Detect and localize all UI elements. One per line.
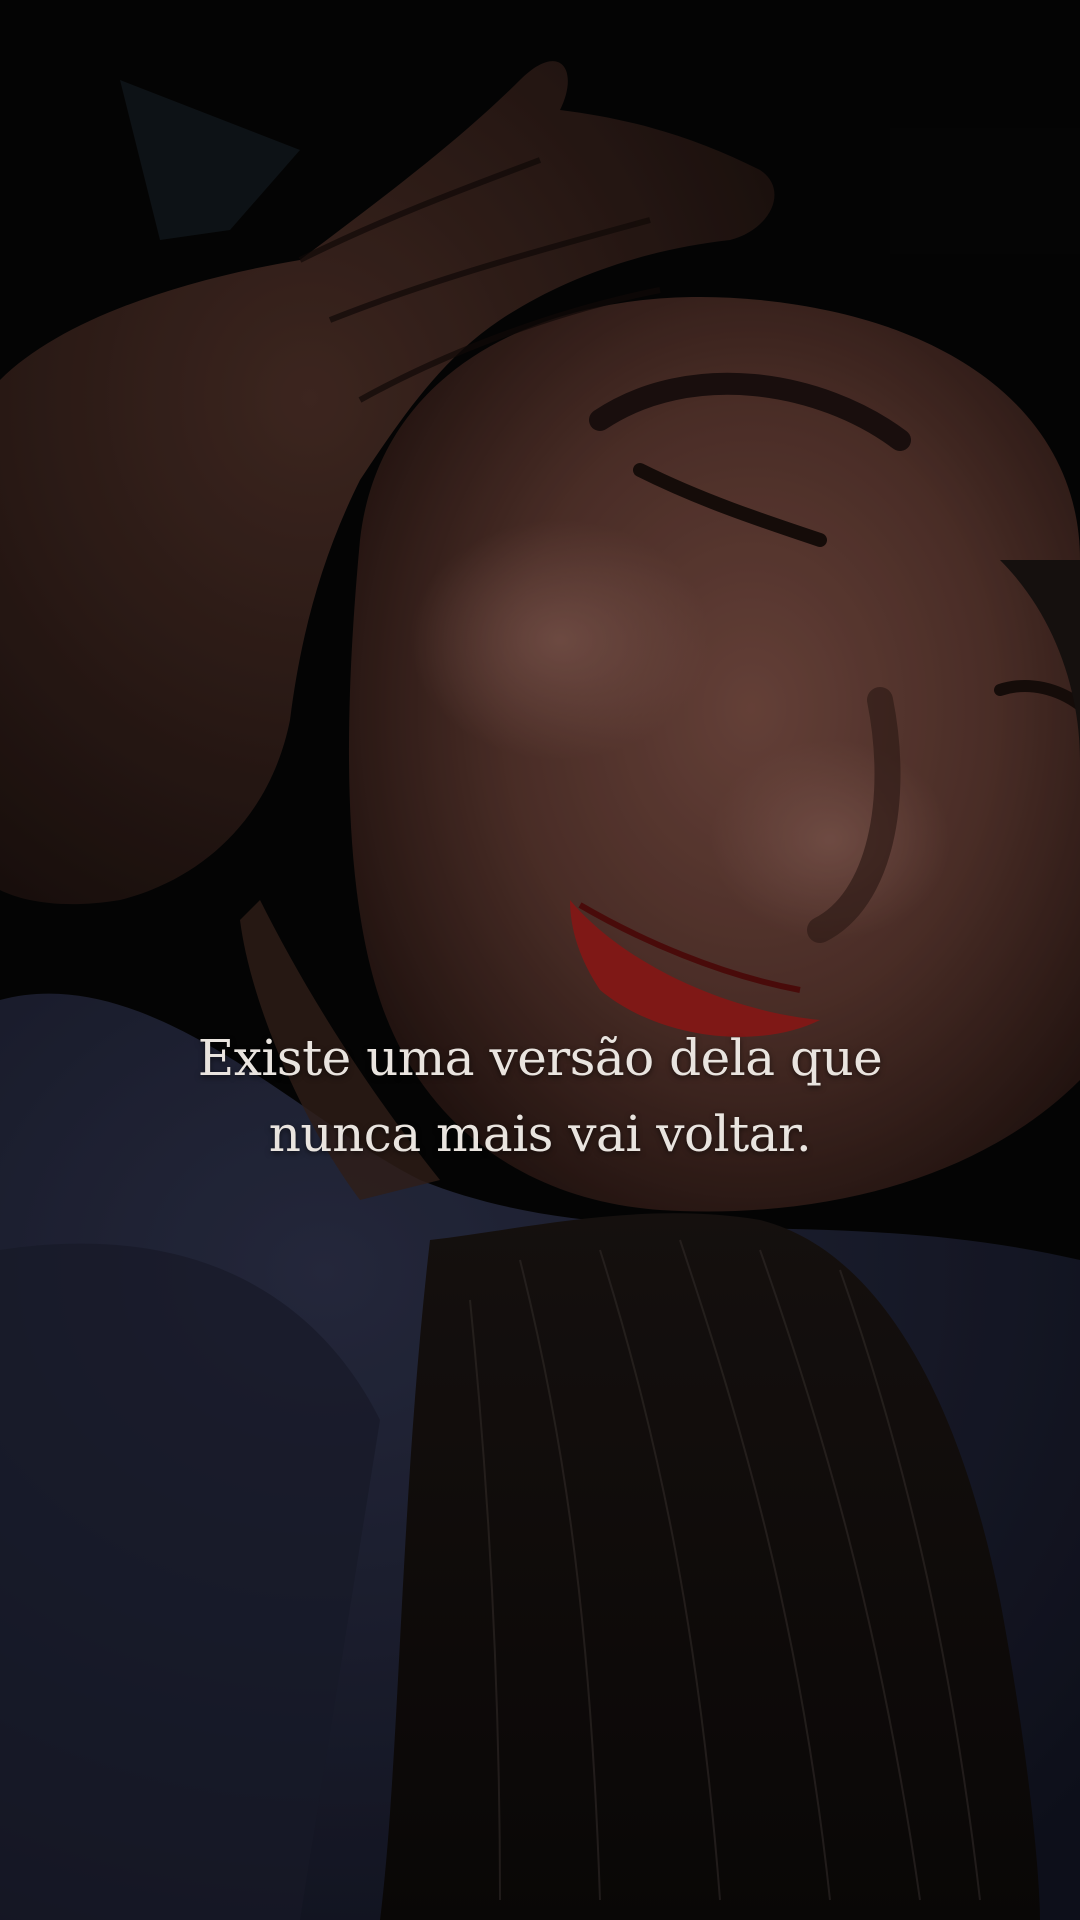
caption-line-1: Existe uma versão dela que [197,1029,883,1087]
caption-text: Existe uma versão dela que nunca mais va… [90,1020,990,1172]
background-photo [0,0,1080,1920]
caption-line-2: nunca mais vai voltar. [268,1105,812,1163]
story-canvas: Existe uma versão dela que nunca mais va… [0,0,1080,1920]
